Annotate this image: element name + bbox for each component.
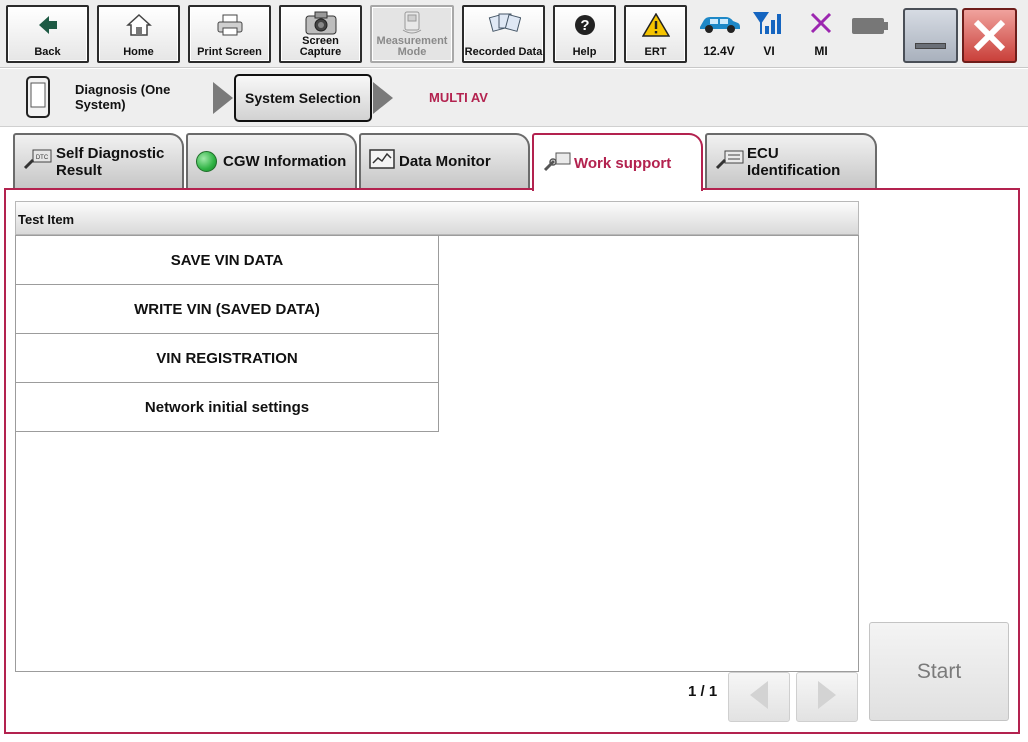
test-item-write-vin-saved-data[interactable]: WRITE VIN (SAVED DATA): [16, 285, 439, 334]
tab-data-monitor-label: Data Monitor: [399, 153, 491, 170]
measurement-icon: [372, 10, 452, 36]
test-item-header: Test Item: [15, 201, 859, 235]
tab-ecu-identification-label: ECU Identification: [747, 144, 841, 179]
test-item-vin-registration[interactable]: VIN REGISTRATION: [16, 334, 439, 383]
start-button[interactable]: Start: [869, 622, 1009, 721]
vi-label: VI: [763, 44, 775, 58]
home-button[interactable]: Home: [97, 5, 180, 63]
tab-work-support[interactable]: Work support: [532, 133, 703, 191]
status-circle-icon: [196, 151, 217, 172]
ecu-identification-icon: [715, 148, 745, 175]
vi-status: VI: [748, 8, 790, 60]
home-label: Home: [123, 46, 154, 58]
tab-cgw-information-label: CGW Information: [223, 153, 347, 170]
svg-text:?: ?: [580, 17, 589, 34]
tab-data-monitor[interactable]: Data Monitor: [359, 133, 530, 188]
self-diagnostic-icon: DTC: [23, 148, 53, 175]
current-system-label: MULTI AV: [429, 90, 488, 105]
test-item-network-initial-settings[interactable]: Network initial settings: [16, 383, 439, 432]
device-icon: [25, 75, 51, 124]
back-label: Back: [34, 46, 61, 58]
mi-status: MI: [800, 8, 842, 60]
print-screen-button[interactable]: Print Screen: [188, 5, 271, 63]
next-page-button[interactable]: [796, 672, 858, 722]
car-icon: [697, 8, 741, 38]
work-support-icon: [542, 150, 572, 177]
mi-label: MI: [814, 44, 828, 58]
data-monitor-icon: [369, 149, 395, 174]
close-icon: [969, 15, 1010, 61]
recorded-data-icon: [464, 10, 543, 36]
home-icon: [99, 12, 178, 38]
tab-work-support-label: Work support: [574, 154, 672, 172]
breadcrumb-arrow-icon: [213, 82, 233, 114]
test-item-table: SAVE VIN DATA WRITE VIN (SAVED DATA) VIN…: [15, 235, 859, 672]
previous-page-button[interactable]: [728, 672, 790, 722]
tab-ecu-identification[interactable]: ECU Identification: [705, 133, 877, 188]
test-item-save-vin-data[interactable]: SAVE VIN DATA: [16, 236, 439, 285]
camera-icon: [281, 10, 360, 36]
print-screen-label: Print Screen: [197, 46, 262, 58]
tab-self-diagnostic-result-label: Self Diagnostic Result: [56, 144, 165, 179]
page-indicator: 1 / 1: [688, 683, 718, 700]
tab-cgw-information[interactable]: CGW Information: [186, 133, 357, 188]
battery-status: [848, 10, 892, 62]
warning-icon: [626, 12, 685, 38]
toolbar: Back Home Print Screen Screen Capture Me…: [0, 0, 1028, 68]
measurement-mode-button[interactable]: Measurement Mode: [370, 5, 454, 63]
tab-self-diagnostic-result[interactable]: DTC Self Diagnostic Result: [13, 133, 184, 188]
battery-voltage-value: 12.4V: [703, 44, 735, 58]
battery-voltage-status: 12.4V: [696, 8, 742, 60]
help-icon: ?: [555, 12, 614, 38]
printer-icon: [190, 12, 269, 38]
ert-button[interactable]: ERT: [624, 5, 687, 63]
back-arrow-icon: [8, 12, 87, 38]
close-button[interactable]: [962, 8, 1017, 63]
breadcrumb-system-selection[interactable]: System Selection: [234, 74, 372, 122]
previous-arrow-icon: [746, 679, 772, 716]
minimize-button[interactable]: [903, 8, 958, 63]
recorded-data-label: Recorded Data: [464, 46, 543, 58]
help-button[interactable]: ? Help: [553, 5, 616, 63]
recorded-data-button[interactable]: Recorded Data: [462, 5, 545, 63]
screen-capture-button[interactable]: Screen Capture: [279, 5, 362, 63]
signal-icon: [751, 8, 787, 38]
back-button[interactable]: Back: [6, 5, 89, 63]
next-arrow-icon: [814, 679, 840, 716]
svg-text:DTC: DTC: [36, 155, 49, 161]
battery-icon: [850, 10, 890, 40]
breadcrumb-arrow-icon: [373, 82, 393, 114]
minimize-icon: [915, 43, 946, 49]
mi-disconnected-icon: [808, 8, 834, 38]
measurement-mode-label: Measurement Mode: [376, 35, 448, 58]
breadcrumb: Diagnosis (One System) System Selection …: [0, 69, 1028, 127]
breadcrumb-diagnosis-one-system[interactable]: Diagnosis (One System): [75, 82, 195, 112]
screen-capture-label: Screen Capture: [299, 35, 342, 58]
help-label: Help: [572, 46, 597, 58]
ert-label: ERT: [644, 46, 667, 58]
